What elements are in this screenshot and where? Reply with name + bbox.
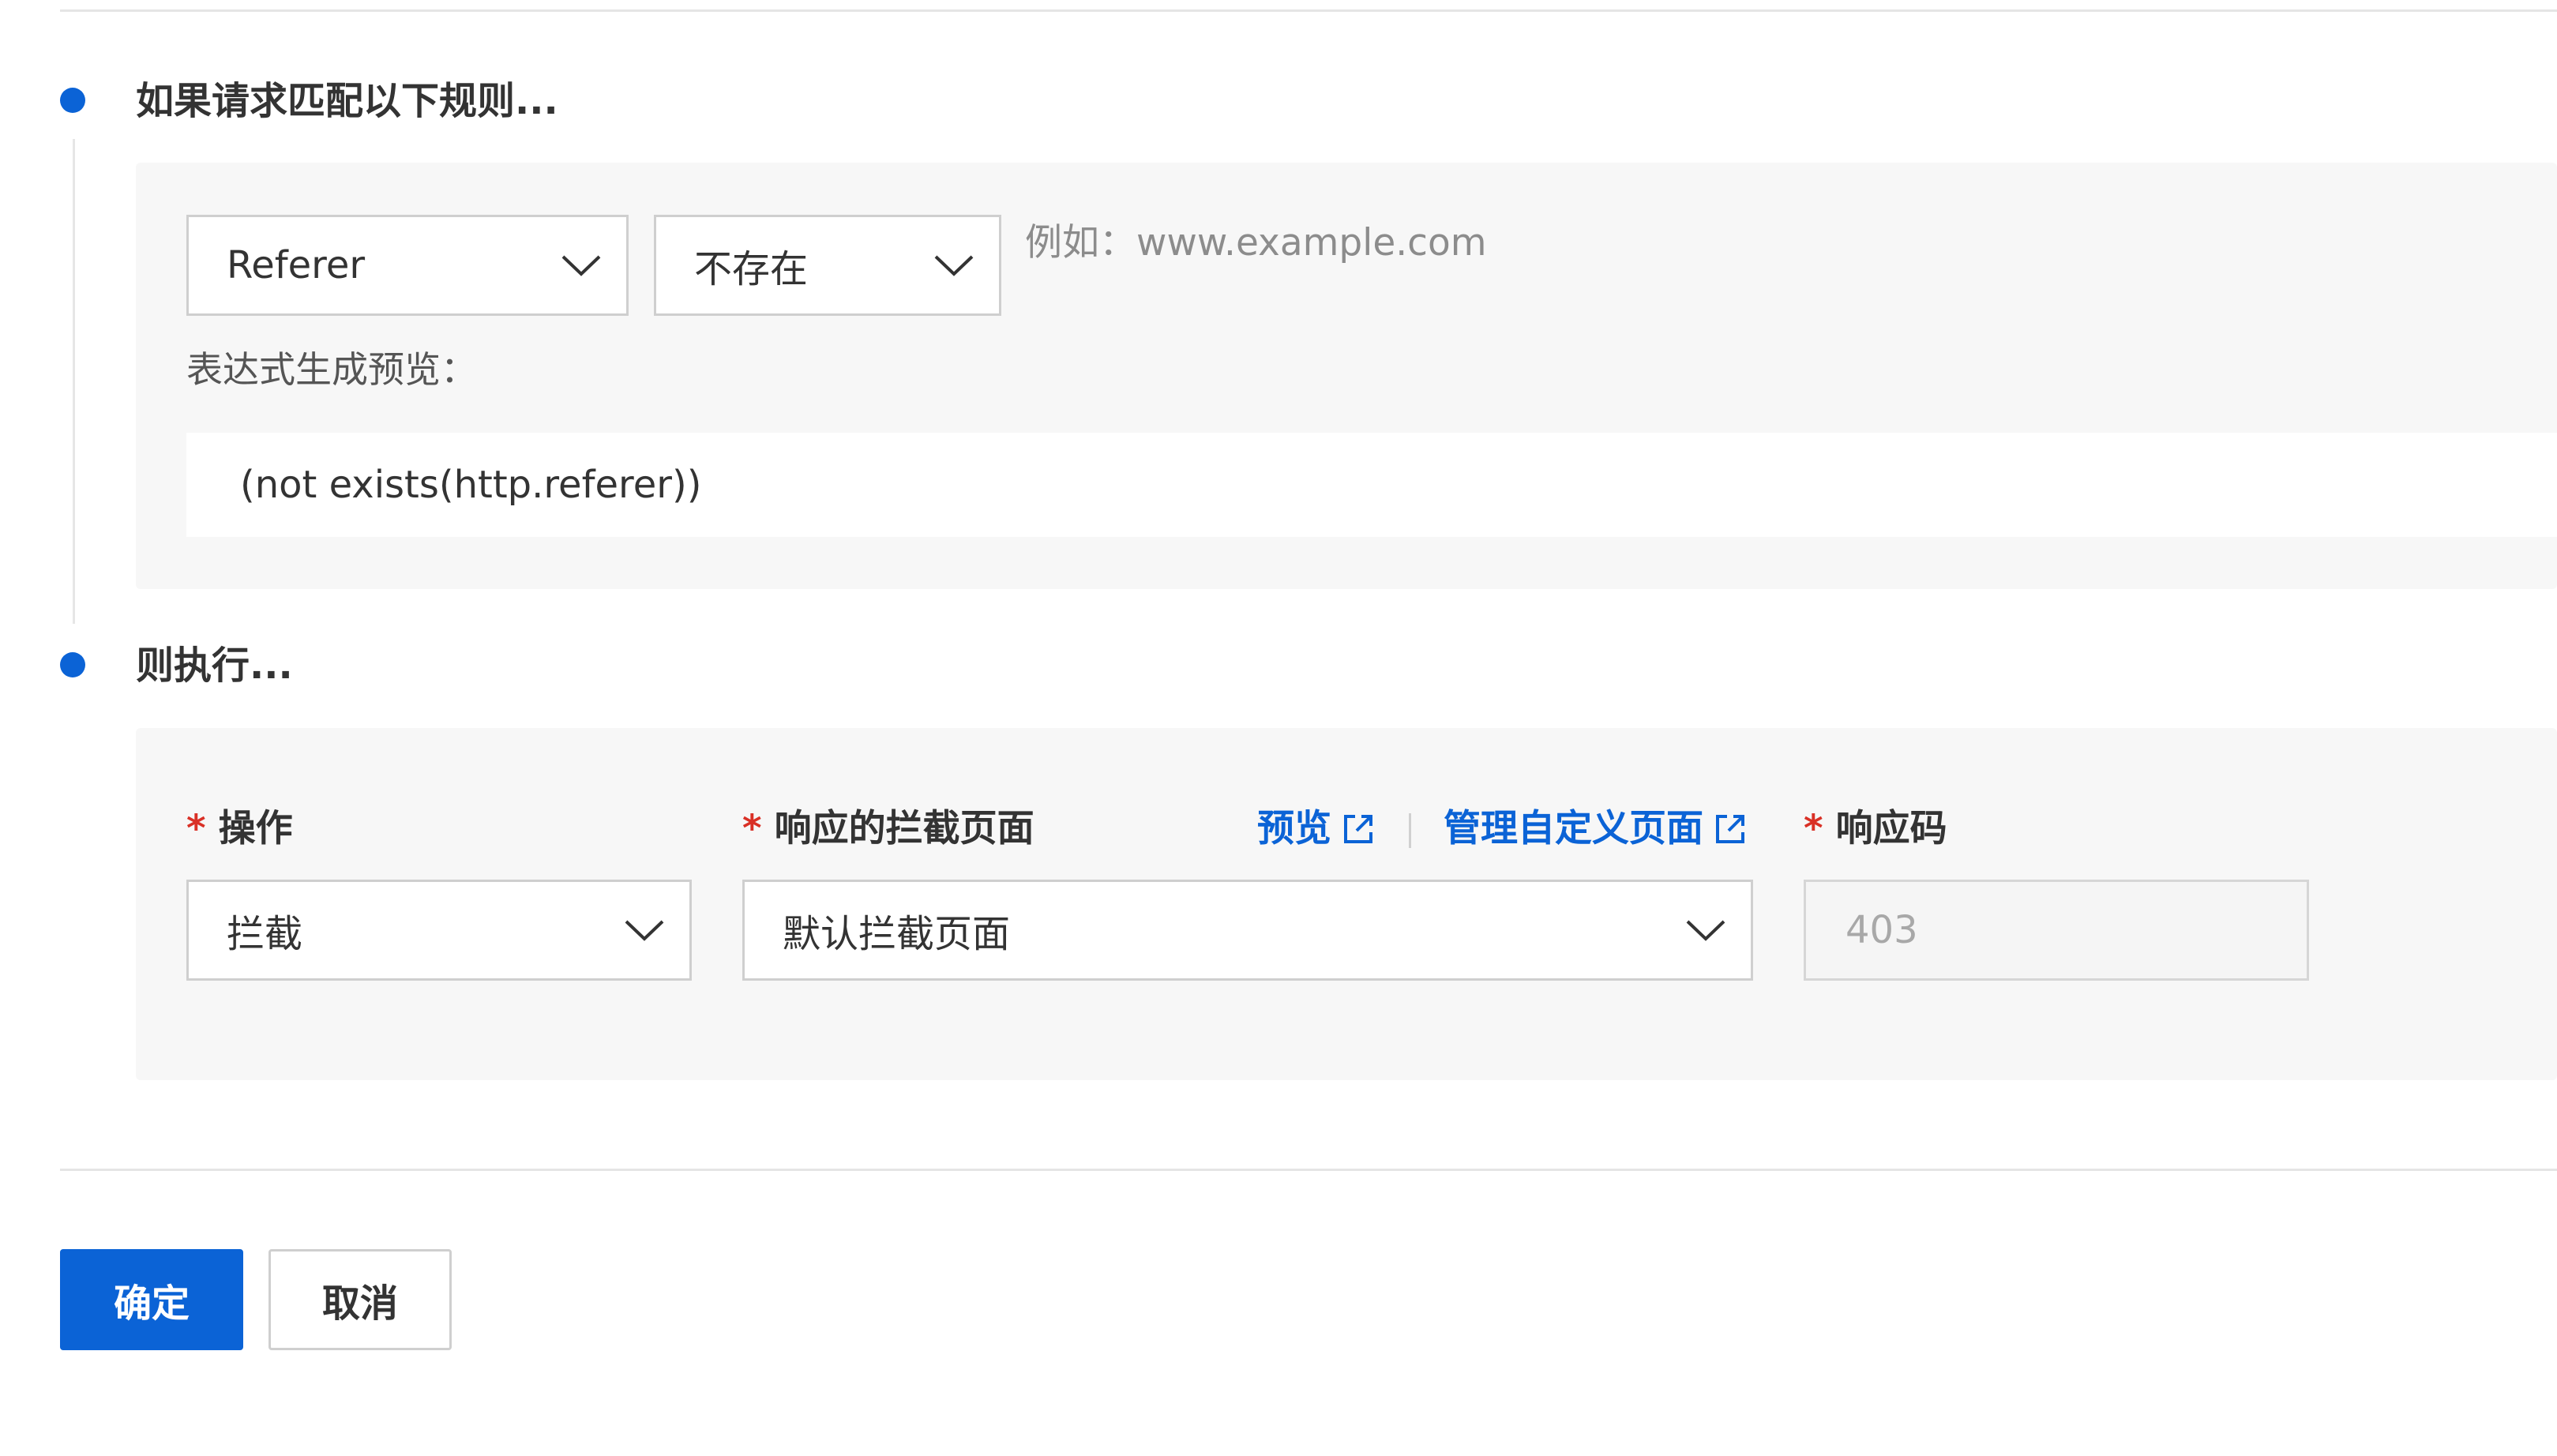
chevron-down-icon	[561, 255, 601, 276]
required-mark: *	[742, 807, 762, 850]
block-page-select[interactable]: 默认拦截页面	[742, 880, 1753, 981]
required-mark: *	[1804, 807, 1823, 850]
response-code-input: 403	[1804, 880, 2309, 981]
preview-link[interactable]: 预览	[1257, 805, 1376, 853]
match-value-hint: 例如：www.example.com	[1025, 221, 1487, 265]
required-mark: *	[186, 807, 206, 850]
expression-preview-value: (not exists(http.referer))	[240, 463, 702, 507]
timeline-line	[73, 139, 75, 624]
rule-editor-page: 如果请求匹配以下规则... Referer 不存在 例如：www.example…	[0, 0, 2557, 1456]
top-divider	[60, 9, 2557, 12]
response-code-label: * 响应码	[1804, 805, 1947, 853]
expression-preview-label: 表达式生成预览：	[186, 348, 477, 391]
manage-custom-pages-label: 管理自定义页面	[1444, 807, 1703, 850]
confirm-button[interactable]: 确定	[60, 1249, 243, 1350]
response-code-label-text: 响应码	[1835, 807, 1947, 850]
match-field-value: Referer	[227, 243, 366, 287]
chevron-down-icon	[625, 920, 664, 941]
block-page-label: * 响应的拦截页面	[742, 805, 1034, 853]
operation-label: * 操作	[186, 805, 293, 853]
preview-link-label: 预览	[1257, 807, 1331, 850]
external-link-icon	[1716, 815, 1744, 843]
block-page-value: 默认拦截页面	[783, 912, 1011, 956]
operation-label-text: 操作	[218, 807, 293, 850]
response-code-value: 403	[1845, 908, 1918, 952]
timeline-dot-icon	[60, 88, 85, 113]
match-operator-value: 不存在	[694, 247, 809, 291]
link-separator	[1409, 813, 1411, 848]
match-operator-select[interactable]: 不存在	[654, 215, 1001, 316]
chevron-down-icon	[934, 255, 974, 276]
timeline-dot-icon	[60, 652, 85, 677]
action-step-title: 则执行...	[136, 644, 293, 688]
block-page-label-text: 响应的拦截页面	[774, 807, 1034, 850]
chevron-down-icon	[1686, 920, 1725, 941]
footer-divider	[60, 1169, 2557, 1171]
condition-step-title: 如果请求匹配以下规则...	[136, 79, 558, 123]
cancel-button[interactable]: 取消	[268, 1249, 452, 1350]
match-field-select[interactable]: Referer	[186, 215, 629, 316]
manage-custom-pages-link[interactable]: 管理自定义页面	[1444, 805, 1748, 853]
external-link-icon	[1344, 815, 1372, 843]
operation-select[interactable]: 拦截	[186, 880, 692, 981]
expression-preview-box: (not exists(http.referer))	[186, 433, 2557, 537]
operation-value: 拦截	[227, 912, 303, 956]
